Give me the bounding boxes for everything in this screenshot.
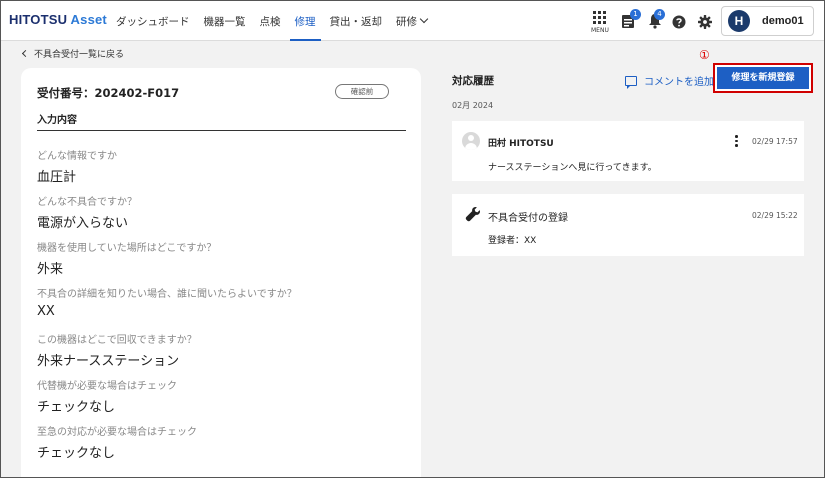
logo-text-secondary: Asset: [67, 12, 107, 27]
comment-author: 田村 HITOTSU: [488, 139, 554, 149]
field-answer: チェックなし: [37, 400, 116, 415]
field-question: 代替機が必要な場合はチェック: [37, 381, 177, 392]
app-menu-grid-icon[interactable]: [593, 11, 607, 25]
top-navigation-bar: HITOTSU Asset ダッシュボード 機器一覧 点検 修理 貸出・返却 研…: [1, 1, 824, 41]
user-account-button[interactable]: H demo01: [721, 6, 814, 36]
add-comment-button[interactable]: コメントを追加: [625, 73, 714, 89]
comment-body: ナースステーションへ見に行ってきます。: [488, 163, 657, 173]
back-to-list-link[interactable]: 不具合受付一覧に戻る: [21, 47, 125, 60]
record-detail-card: 受付番号：202402-F017 確認前 入力内容 どんな情報ですか 血圧計 ど…: [21, 68, 421, 477]
field-contact-person: 不具合の詳細を知りたい場合、誰に聞いたらよいですか？ XX: [37, 285, 297, 319]
field-answer: チェックなし: [37, 446, 116, 461]
nav-training-label: 研修: [396, 15, 417, 28]
avatar: H: [728, 10, 750, 32]
event-timestamp: 02/29 15:22: [752, 211, 798, 220]
event-body: 登録者：XX: [488, 236, 537, 246]
status-badge: 確認前: [335, 84, 389, 99]
field-answer: 外来ナースステーション: [37, 354, 180, 369]
field-answer: 外来: [37, 262, 64, 277]
new-repair-button[interactable]: 修理を新規登録: [713, 63, 813, 93]
new-repair-button-label: 修理を新規登録: [717, 67, 809, 89]
field-question: この機器はどこで回収できますか？: [37, 335, 197, 346]
field-question: 機器を使用していた場所はどこですか？: [37, 243, 217, 254]
notification-badge: 4: [654, 9, 665, 20]
history-title: 対応履歴: [452, 75, 494, 87]
comment-timestamp: 02/29 17:57: [752, 137, 798, 146]
comment-icon: [625, 75, 637, 89]
field-replacement-needed: 代替機が必要な場合はチェック チェックなし: [37, 377, 177, 415]
person-icon: [462, 132, 480, 150]
menu-label: MENU: [591, 27, 609, 34]
nav-equipment-list[interactable]: 機器一覧: [197, 1, 253, 41]
history-event-card: 不具合受付の登録 02/29 15:22 登録者：XX: [452, 194, 804, 256]
gear-icon[interactable]: [698, 14, 712, 33]
field-answer: 血圧計: [37, 170, 77, 185]
field-question: どんな情報ですか: [37, 151, 117, 162]
annotation-marker: ①: [699, 48, 710, 62]
document-badge: 1: [630, 9, 641, 20]
main-nav: ダッシュボード 機器一覧 点検 修理 貸出・返却 研修: [109, 1, 434, 41]
field-collection-place: この機器はどこで回収できますか？ 外来ナースステーション: [37, 331, 197, 369]
add-comment-label: コメントを追加: [644, 77, 714, 88]
field-answer: 電源が入らない: [37, 216, 129, 231]
app-frame: HITOTSU Asset ダッシュボード 機器一覧 点検 修理 貸出・返却 研…: [0, 0, 825, 478]
chevron-down-icon: [419, 14, 429, 24]
field-answer: XX: [37, 304, 55, 319]
nav-training[interactable]: 研修: [389, 1, 434, 41]
back-link-label: 不具合受付一覧に戻る: [34, 50, 125, 60]
logo-text-primary: HITOTSU: [9, 12, 68, 27]
nav-repair-label: 修理: [294, 15, 316, 28]
history-comment-card: 田村 HITOTSU 02/29 17:57 ナースステーションへ見に行ってきま…: [452, 121, 804, 181]
field-question: どんな不具合ですか？: [37, 197, 137, 208]
field-info-type: どんな情報ですか 血圧計: [37, 147, 117, 185]
help-icon[interactable]: [672, 14, 686, 33]
wrench-icon: [465, 206, 481, 222]
nav-dashboard-label: ダッシュボード: [116, 15, 190, 28]
field-usage-location: 機器を使用していた場所はどこですか？ 外来: [37, 239, 216, 277]
nav-equipment-list-label: 機器一覧: [203, 15, 246, 28]
field-question: 不具合の詳細を知りたい場合、誰に聞いたらよいですか？: [37, 289, 297, 300]
nav-inspection[interactable]: 点検: [253, 1, 288, 41]
nav-repair[interactable]: 修理: [288, 1, 323, 41]
nav-dashboard[interactable]: ダッシュボード: [109, 1, 197, 41]
event-title: 不具合受付の登録: [488, 213, 568, 224]
nav-inspection-label: 点検: [259, 15, 281, 28]
field-urgent-needed: 至急の対応が必要な場合はチェック チェックなし: [37, 423, 197, 461]
record-number: 受付番号：202402-F017: [37, 86, 180, 100]
nav-lending-label: 貸出・返却: [329, 15, 383, 28]
section-title: 入力内容: [37, 115, 77, 126]
history-month: 02月 2024: [452, 101, 494, 110]
nav-lending[interactable]: 貸出・返却: [323, 1, 390, 41]
app-logo[interactable]: HITOTSU Asset: [9, 12, 107, 27]
username: demo01: [762, 15, 804, 27]
section-divider: [37, 130, 406, 131]
field-defect-type: どんな不具合ですか？ 電源が入らない: [37, 193, 137, 231]
field-question: 至急の対応が必要な場合はチェック: [37, 427, 197, 438]
more-options-icon[interactable]: [734, 135, 738, 147]
chevron-left-icon: [21, 49, 30, 58]
